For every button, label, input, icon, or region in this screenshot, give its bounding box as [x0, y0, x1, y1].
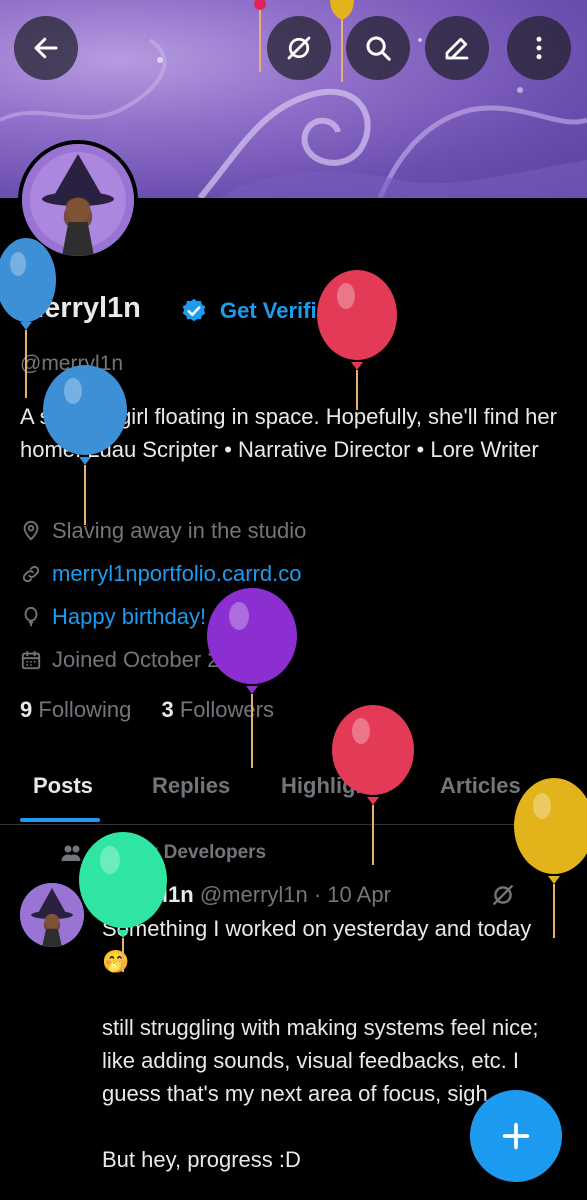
balloon-decoration: [254, 0, 266, 72]
balloon-decoration: [514, 778, 587, 938]
active-tab-indicator: [20, 818, 100, 822]
website-link[interactable]: merryl1nportfolio.carrd.co: [52, 561, 301, 587]
balloon-decoration: [317, 270, 397, 410]
post-avatar[interactable]: [20, 883, 84, 947]
calendar-icon: [21, 650, 41, 670]
grok-button[interactable]: [267, 16, 331, 80]
back-button[interactable]: [14, 16, 78, 80]
location-pin-icon: [23, 520, 39, 541]
balloon-decoration: [43, 365, 127, 525]
tab-articles[interactable]: Articles: [440, 773, 521, 799]
balloon-decoration: [79, 832, 167, 972]
compose-button[interactable]: [470, 1090, 562, 1182]
following-link[interactable]: 9 Following: [20, 697, 131, 722]
balloon-decoration: [332, 705, 414, 865]
more-vertical-icon: [536, 36, 542, 60]
search-icon: [366, 36, 391, 61]
verified-badge-icon: [182, 298, 206, 322]
followers-count: 3: [161, 697, 174, 722]
birthday-text: Happy birthday!: [52, 604, 207, 629]
profile-tabs: Posts Replies Highlights Articles: [0, 765, 587, 825]
balloon-decoration: [330, 0, 354, 82]
balloon-icon: [24, 606, 38, 627]
post-meta: @merryl1n · 10 Apr: [199, 882, 391, 907]
edit-button[interactable]: [425, 16, 489, 80]
link-icon: [22, 565, 40, 583]
profile-birthday: Happy birthday!: [20, 604, 206, 630]
tab-replies[interactable]: Replies: [152, 773, 230, 799]
arrow-left-icon: [34, 37, 58, 59]
tab-posts[interactable]: Posts: [33, 773, 93, 799]
following-label: Following: [38, 697, 132, 722]
tabs-divider: [0, 824, 587, 825]
grok-icon: [287, 36, 311, 60]
profile-website[interactable]: merryl1nportfolio.carrd.co: [20, 561, 301, 587]
plus-icon: [502, 1122, 530, 1150]
balloon-decoration: [207, 588, 297, 768]
edit-icon: [445, 37, 469, 60]
more-button[interactable]: [507, 16, 571, 80]
following-count: 9: [20, 697, 33, 722]
